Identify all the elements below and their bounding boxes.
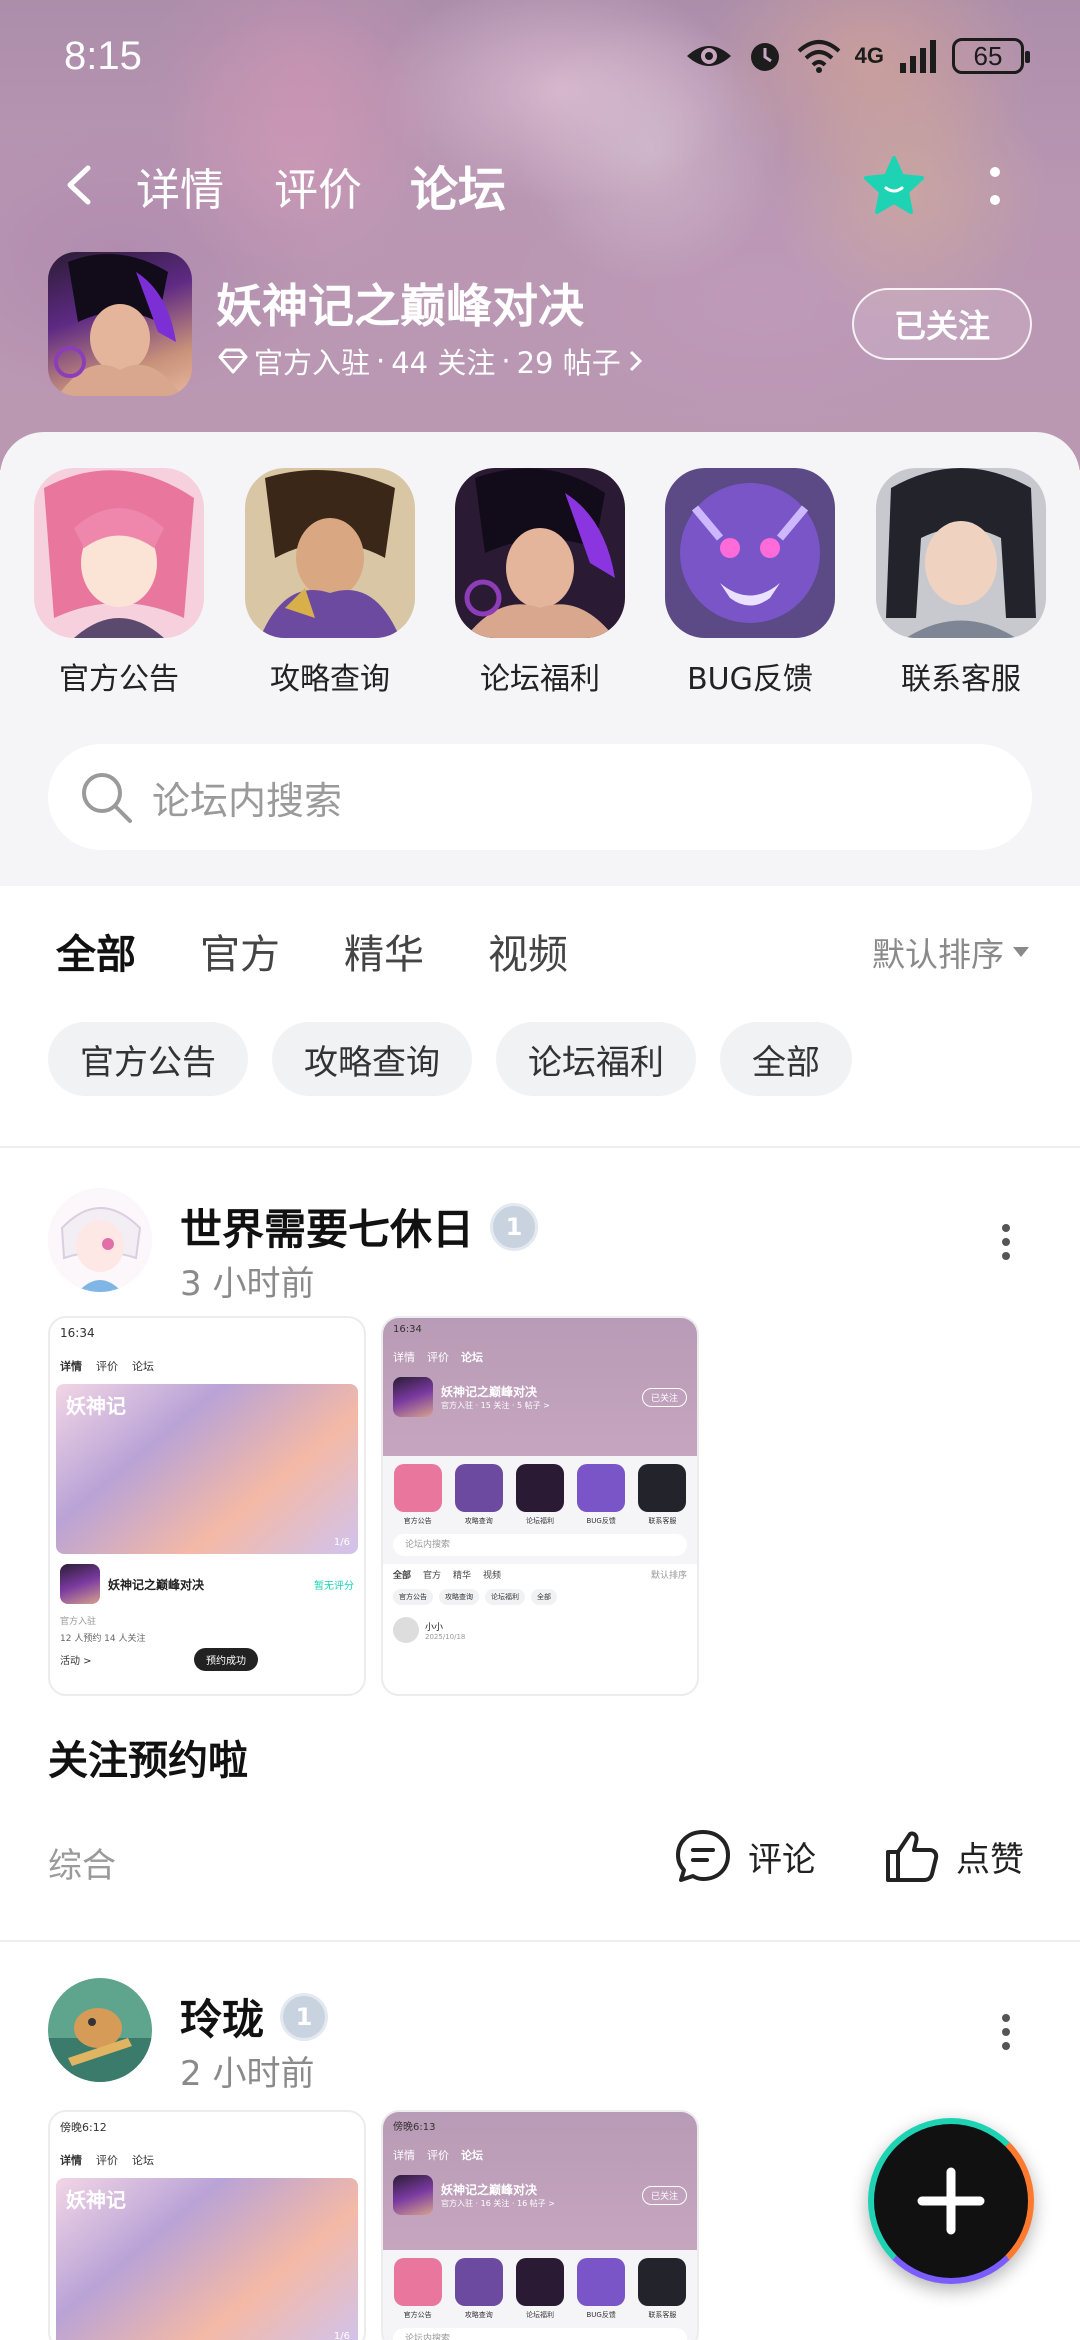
post-more-icon[interactable] — [996, 2012, 1016, 2052]
filter-tabs: 全部 官方 精华 视频 默认排序 — [0, 910, 1080, 990]
comment-label: 评论 — [748, 1839, 816, 1880]
chip-all[interactable]: 全部 — [720, 1022, 852, 1096]
avatar[interactable] — [48, 1978, 152, 2082]
guide-character-icon — [245, 468, 415, 638]
author-name: 玲珑 — [180, 1995, 265, 2044]
announcement-character-icon — [34, 468, 204, 638]
filter-tab-featured[interactable]: 精华 — [344, 922, 424, 980]
post-author[interactable]: 世界需要七休日 1 — [180, 1196, 539, 1257]
status-bar: 8:15 4G 65 — [0, 0, 1080, 120]
tab-reviews[interactable]: 评价 — [274, 154, 362, 218]
quick-link-label: 官方公告 — [59, 662, 179, 697]
quick-link-label: 攻略查询 — [270, 662, 390, 697]
filter-tab-video[interactable]: 视频 — [488, 922, 568, 980]
plus-icon — [917, 2167, 985, 2235]
chip-guides[interactable]: 攻略查询 — [272, 1022, 472, 1096]
battery-icon: 65 — [952, 38, 1030, 74]
favorite-star-icon[interactable] — [862, 154, 926, 218]
tab-details[interactable]: 详情 — [136, 154, 224, 218]
like-button[interactable]: 点赞 — [884, 1828, 1024, 1884]
forum-page: 8:15 4G 65 详情 评价 论坛 妖神记之巅峰对决 官方入驻 · 44 关… — [0, 0, 1080, 2340]
game-icon[interactable] — [48, 252, 192, 396]
post-category[interactable]: 综合 — [48, 1838, 116, 1887]
posts-count: 29 帖子 — [516, 346, 621, 380]
quick-link-benefits[interactable]: 论坛福利 — [455, 468, 625, 698]
author-name: 世界需要七休日 — [180, 1205, 475, 1254]
like-label: 点赞 — [956, 1839, 1024, 1880]
chip-announcements[interactable]: 官方公告 — [48, 1022, 248, 1096]
chevron-right-icon — [629, 350, 642, 372]
level-badge: 1 — [490, 1202, 539, 1251]
game-title: 妖神记之巅峰对决 — [216, 279, 584, 333]
post-time: 2 小时前 — [180, 2054, 315, 2094]
followers-count: 44 关注 — [391, 346, 496, 380]
avatar[interactable] — [48, 1188, 152, 1292]
sort-dropdown[interactable]: 默认排序 — [872, 928, 1030, 976]
top-nav: 详情 评价 论坛 — [0, 140, 1080, 230]
quick-link-label: BUG反馈 — [687, 662, 813, 697]
eye-icon — [686, 46, 731, 66]
follow-button[interactable]: 已关注 — [852, 288, 1032, 360]
thumbs-up-icon — [886, 1831, 939, 1882]
back-icon[interactable] — [56, 160, 106, 210]
post-more-icon[interactable] — [996, 1222, 1016, 1262]
bug-report-beast-icon — [665, 468, 835, 638]
filter-tab-all[interactable]: 全部 — [56, 922, 136, 984]
post-image[interactable]: 傍晚6:13 详情 评价 论坛 妖神记之巅峰对决 官方入驻 · 16 关注 · … — [381, 2110, 699, 2340]
post-author[interactable]: 玲珑 1 — [180, 1986, 329, 2047]
chip-benefits[interactable]: 论坛福利 — [496, 1022, 696, 1096]
forum-search-input[interactable]: 论坛内搜索 — [48, 744, 1032, 850]
filter-tab-official[interactable]: 官方 — [200, 922, 280, 980]
post-time: 3 小时前 — [180, 1264, 315, 1304]
benefits-character-icon — [455, 468, 625, 638]
wifi-icon — [797, 40, 840, 73]
post-image[interactable]: 16:34 详情 评价 论坛 妖神记 1/6 妖神记之巅峰对决 暂无评分 官方入… — [48, 1316, 366, 1696]
quick-link-label: 联系客服 — [901, 662, 1021, 697]
official-label: 官方入驻 — [254, 346, 371, 380]
quick-link-label: 论坛福利 — [480, 662, 600, 697]
status-time: 8:15 — [64, 34, 142, 78]
create-post-button[interactable] — [868, 2118, 1034, 2284]
alarm-icon — [750, 43, 779, 71]
post-card[interactable]: 世界需要七休日 1 3 小时前 16:34 详情 评价 论坛 妖神记 1/6 妖… — [0, 1146, 1080, 1940]
post-image[interactable]: 傍晚6:12 详情 评价 论坛 妖神记 1/6 — [48, 2110, 366, 2340]
search-icon — [82, 773, 132, 823]
tab-forum[interactable]: 论坛 — [410, 150, 507, 226]
sort-label: 默认排序 — [872, 935, 1004, 974]
search-placeholder: 论坛内搜索 — [152, 778, 343, 823]
diamond-icon — [218, 348, 248, 374]
signal-icon — [900, 40, 936, 73]
comment-icon — [676, 1830, 730, 1882]
network-type: 4G — [854, 43, 884, 68]
quick-link-bug-report[interactable]: BUG反馈 — [665, 468, 835, 698]
category-chips: 官方公告 攻略查询 论坛福利 全部 — [48, 1022, 852, 1096]
support-character-icon — [876, 468, 1046, 638]
status-icons: 4G 65 — [685, 38, 1030, 74]
post-image[interactable]: 16:34 详情 评价 论坛 妖神记之巅峰对决 官方入驻 · 15 关注 · 5… — [381, 1316, 699, 1696]
quick-link-announcements[interactable]: 官方公告 — [34, 468, 204, 698]
post-content[interactable]: 关注预约啦 — [48, 1728, 248, 1786]
more-icon[interactable] — [980, 162, 1010, 212]
level-badge: 1 — [280, 1992, 329, 2041]
game-meta[interactable]: 官方入驻 · 44 关注 · 29 帖子 — [218, 340, 645, 382]
quick-link-guides[interactable]: 攻略查询 — [245, 468, 415, 698]
caret-down-icon — [1013, 947, 1029, 957]
quick-link-support[interactable]: 联系客服 — [876, 468, 1046, 698]
comment-button[interactable]: 评论 — [674, 1828, 816, 1884]
